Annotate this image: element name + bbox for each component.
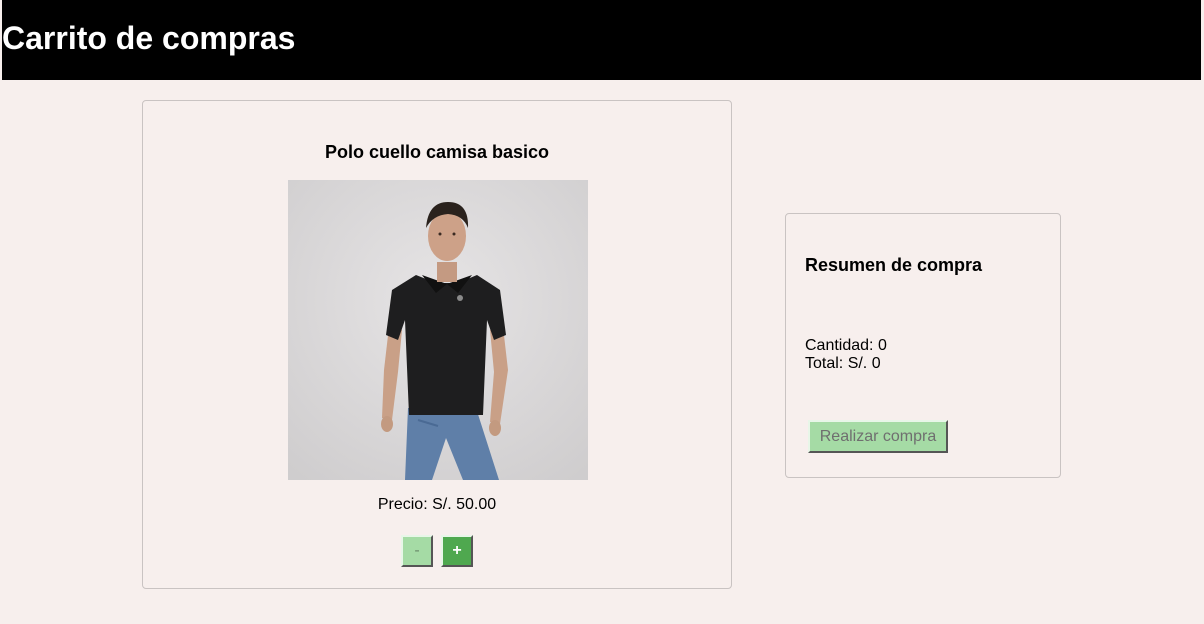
decrement-button[interactable]: - xyxy=(401,535,433,567)
checkout-button[interactable]: Realizar compra xyxy=(808,420,948,453)
summary-total: Total: S/. 0 xyxy=(805,355,881,372)
product-name: Polo cuello camisa basico xyxy=(324,142,550,162)
product-price: Precio: S/. 50.00 xyxy=(377,496,497,513)
page-title: Carrito de compras xyxy=(2,20,296,56)
product-photo-illustration xyxy=(288,180,588,480)
summary-quantity: Cantidad: 0 xyxy=(805,337,887,354)
order-summary-card: Resumen de compra Cantidad: 0 Total: S/.… xyxy=(785,213,1061,478)
increment-button[interactable]: + xyxy=(441,535,473,567)
summary-details: Cantidad: 0 Total: S/. 0 xyxy=(805,337,887,373)
product-card: Polo cuello camisa basico Precio: S/. 50… xyxy=(142,100,732,589)
top-bar: Carrito de compras xyxy=(2,0,1201,80)
summary-title: Resumen de compra xyxy=(805,255,983,275)
product-image xyxy=(288,180,588,480)
